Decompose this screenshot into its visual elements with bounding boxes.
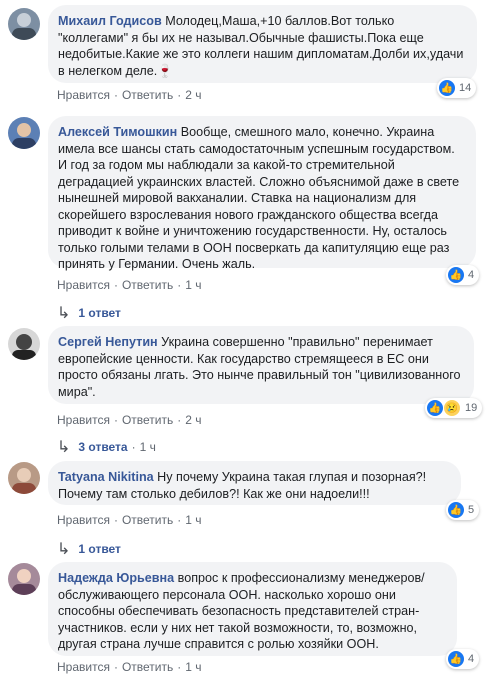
- reply-button[interactable]: Ответить: [122, 660, 173, 674]
- like-button[interactable]: Нравится: [57, 413, 110, 427]
- comment-time[interactable]: 1 ч: [185, 513, 201, 527]
- comment-actions: Нравится · Ответить · 2 ч: [57, 413, 202, 427]
- like-icon: 👍: [448, 267, 464, 283]
- like-icon: 👍: [439, 80, 455, 96]
- like-button[interactable]: Нравится: [57, 660, 110, 674]
- sad-icon: 😢: [443, 399, 461, 417]
- reply-button[interactable]: Ответить: [122, 278, 173, 292]
- comment-time[interactable]: 2 ч: [185, 413, 201, 427]
- reply-button[interactable]: Ответить: [122, 413, 173, 427]
- comment-actions: Нравится · Ответить · 2 ч: [57, 88, 202, 102]
- like-button[interactable]: Нравится: [57, 88, 110, 102]
- comment-author[interactable]: Михаил Годисов: [58, 14, 162, 28]
- view-replies[interactable]: ↳ 1 ответ: [57, 539, 121, 559]
- avatar[interactable]: [8, 117, 40, 149]
- comment-author[interactable]: Tatyana Nikitina: [58, 470, 154, 484]
- comment-bubble: Алексей Тимошкин Вообще, смешного мало, …: [48, 116, 476, 271]
- like-icon: 👍: [448, 502, 464, 518]
- avatar[interactable]: [8, 8, 40, 40]
- reply-button[interactable]: Ответить: [122, 88, 173, 102]
- comment-time[interactable]: 1 ч: [185, 660, 201, 674]
- like-button[interactable]: Нравится: [57, 278, 110, 292]
- comment-time[interactable]: 1 ч: [185, 278, 201, 292]
- comment-actions: Нравится · Ответить · 1 ч: [57, 660, 202, 674]
- comment-bubble: Сергей Непутин Украина совершенно "прави…: [48, 326, 474, 404]
- comment-author[interactable]: Надежда Юрьевна: [58, 571, 174, 585]
- like-icon: 👍: [427, 400, 443, 416]
- reaction-count[interactable]: 👍 😢 19: [425, 398, 483, 418]
- reply-button[interactable]: Ответить: [122, 513, 173, 527]
- comment-author[interactable]: Сергей Непутин: [58, 335, 158, 349]
- comment-author[interactable]: Алексей Тимошкин: [58, 125, 177, 139]
- like-icon: 👍: [448, 651, 464, 667]
- comment-bubble: Надежда Юрьевна вопрос к профессионализм…: [48, 562, 457, 656]
- reaction-count[interactable]: 👍 5: [446, 500, 480, 520]
- view-replies[interactable]: ↳ 1 ответ: [57, 303, 121, 323]
- reaction-count[interactable]: 👍 4: [446, 649, 480, 669]
- avatar[interactable]: [8, 563, 40, 595]
- view-replies[interactable]: ↳ 3 ответа · 1 ч: [57, 437, 156, 457]
- avatar[interactable]: [8, 328, 40, 360]
- avatar[interactable]: [8, 462, 40, 494]
- comment-bubble: Михаил Годисов Молодец,Маша,+10 баллов.В…: [48, 5, 477, 83]
- comment-actions: Нравится · Ответить · 1 ч: [57, 513, 202, 527]
- replies-time: 1 ч: [139, 440, 156, 454]
- reply-arrow-icon: ↳: [57, 439, 71, 456]
- reaction-count[interactable]: 👍 14: [437, 78, 477, 98]
- comment-text: Вообще, смешного мало, конечно. Украина …: [58, 125, 460, 271]
- reaction-count[interactable]: 👍 4: [446, 265, 480, 285]
- comment-actions: Нравится · Ответить · 1 ч: [57, 278, 202, 292]
- comment-bubble: Tatyana Nikitina Ну почему Украина такая…: [48, 461, 461, 505]
- reply-arrow-icon: ↳: [57, 541, 71, 558]
- like-button[interactable]: Нравится: [57, 513, 110, 527]
- comment-time[interactable]: 2 ч: [185, 88, 201, 102]
- reply-arrow-icon: ↳: [57, 305, 71, 322]
